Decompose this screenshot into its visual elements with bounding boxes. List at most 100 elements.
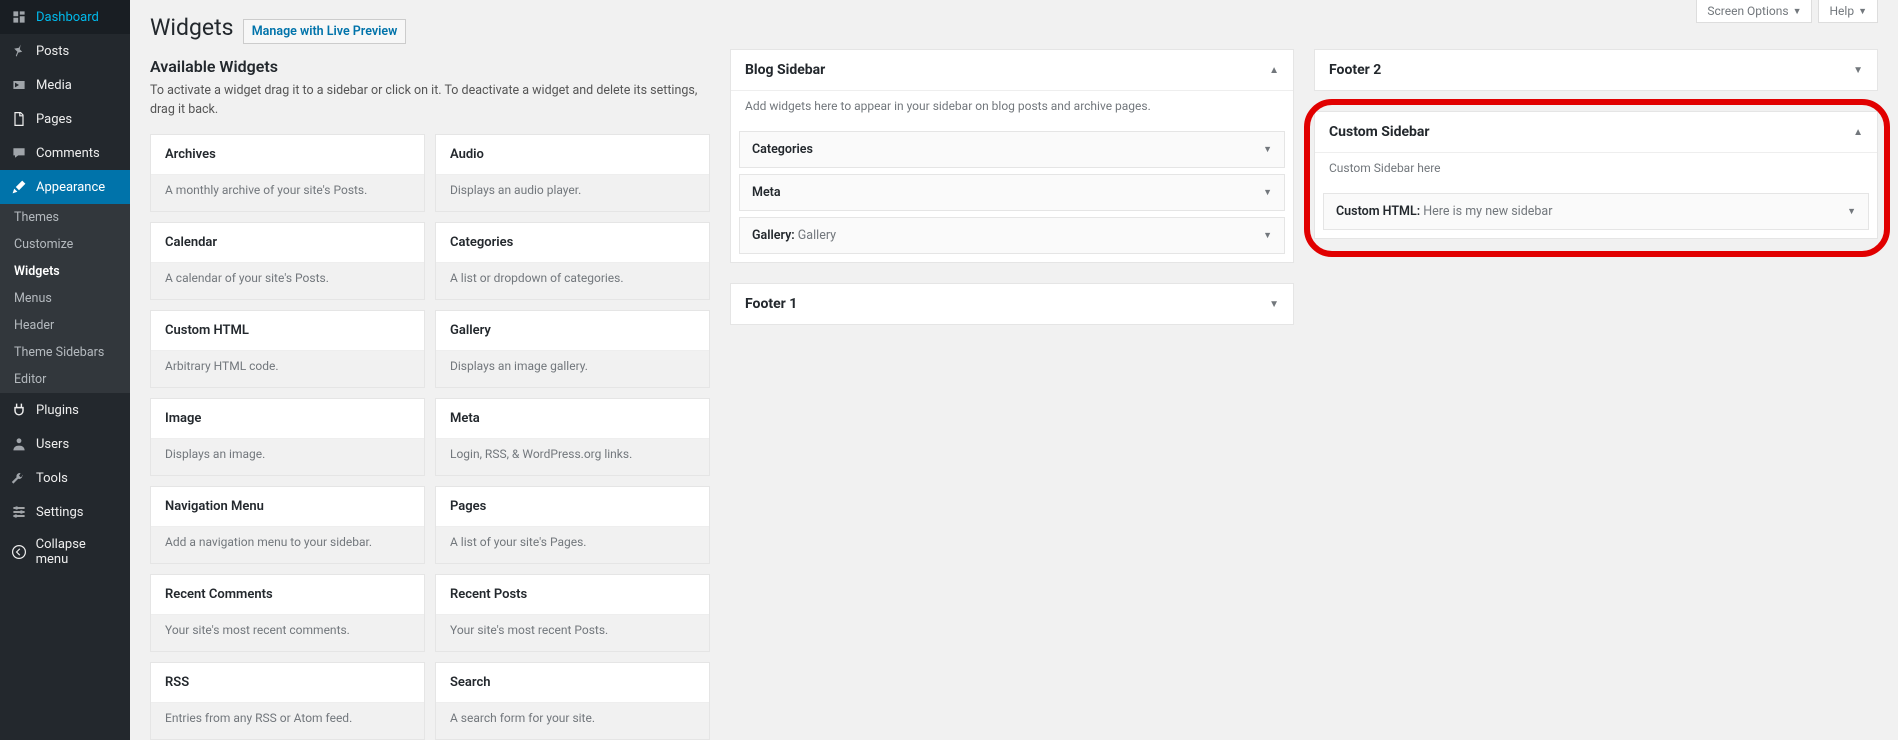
nav-media[interactable]: Media xyxy=(0,68,130,102)
subnav-theme-sidebars[interactable]: Theme Sidebars xyxy=(0,339,130,366)
widget-area-header[interactable]: Blog Sidebar▲ xyxy=(731,50,1293,91)
widget-title: Archives xyxy=(151,135,424,174)
available-widget[interactable]: CategoriesA list or dropdown of categori… xyxy=(435,222,710,300)
available-widget[interactable]: CalendarA calendar of your site's Posts. xyxy=(150,222,425,300)
wrench-icon xyxy=(10,469,28,487)
widget-area-header[interactable]: Footer 2 ▼ xyxy=(1315,50,1877,90)
widget-title: Custom HTML xyxy=(151,311,424,350)
media-icon xyxy=(10,76,28,94)
available-widget[interactable]: PagesA list of your site's Pages. xyxy=(435,486,710,564)
widget-title: Calendar xyxy=(151,223,424,262)
subnav-customize[interactable]: Customize xyxy=(0,231,130,258)
widget-area-custom-sidebar: Custom Sidebar▲Custom Sidebar hereCustom… xyxy=(1314,111,1878,239)
subnav-menus[interactable]: Menus xyxy=(0,285,130,312)
placed-widget[interactable]: Gallery: Gallery ▼ xyxy=(739,217,1285,254)
nav-posts[interactable]: Posts xyxy=(0,34,130,68)
subnav-themes[interactable]: Themes xyxy=(0,204,130,231)
nav-label: Dashboard xyxy=(36,10,99,25)
chevron-down-icon: ▼ xyxy=(1263,187,1272,198)
page-icon xyxy=(10,110,28,128)
placed-widget[interactable]: Categories ▼ xyxy=(739,131,1285,168)
widget-area-desc: Add widgets here to appear in your sideb… xyxy=(731,91,1293,125)
nav-pages[interactable]: Pages xyxy=(0,102,130,136)
pin-icon xyxy=(10,42,28,60)
widget-desc: Displays an image gallery. xyxy=(436,350,709,387)
widget-area-title: Footer 1 xyxy=(745,296,797,312)
widget-title: Recent Posts xyxy=(436,575,709,614)
collapse-icon xyxy=(10,543,28,561)
available-widget[interactable]: GalleryDisplays an image gallery. xyxy=(435,310,710,388)
widget-title: Recent Comments xyxy=(151,575,424,614)
widget-area-title: Footer 2 xyxy=(1329,62,1381,78)
placed-widget-title: Meta xyxy=(752,185,781,200)
screen-options-tab[interactable]: Screen Options ▼ xyxy=(1696,0,1812,23)
available-widget[interactable]: Custom HTMLArbitrary HTML code. xyxy=(150,310,425,388)
chevron-down-icon: ▼ xyxy=(1847,206,1856,217)
nav-users[interactable]: Users xyxy=(0,427,130,461)
available-widget[interactable]: SearchA search form for your site. xyxy=(435,662,710,740)
widget-desc: Entries from any RSS or Atom feed. xyxy=(151,702,424,739)
user-icon xyxy=(10,435,28,453)
nav-label: Collapse menu xyxy=(36,537,120,567)
manage-live-preview-button[interactable]: Manage with Live Preview xyxy=(243,19,407,44)
nav-label: Users xyxy=(36,437,69,452)
chevron-down-icon: ▼ xyxy=(1263,144,1272,155)
subnav-header[interactable]: Header xyxy=(0,312,130,339)
widget-desc: Displays an image. xyxy=(151,438,424,475)
widget-areas-col2: Footer 2▼Custom Sidebar▲Custom Sidebar h… xyxy=(1314,49,1878,345)
nav-label: Settings xyxy=(36,505,83,520)
widget-desc: Login, RSS, & WordPress.org links. xyxy=(436,438,709,475)
widget-title: Categories xyxy=(436,223,709,262)
widget-area-footer-1: Footer 1 ▼ xyxy=(730,283,1294,325)
chevron-down-icon: ▼ xyxy=(1263,230,1272,241)
available-widgets-grid: ArchivesA monthly archive of your site's… xyxy=(150,134,710,740)
nav-settings[interactable]: Settings xyxy=(0,495,130,529)
widget-title: Meta xyxy=(436,399,709,438)
help-tab[interactable]: Help ▼ xyxy=(1818,0,1878,23)
dashboard-icon xyxy=(10,8,28,26)
widget-title: Gallery xyxy=(436,311,709,350)
chevron-down-icon: ▼ xyxy=(1853,65,1863,76)
nav-collapse[interactable]: Collapse menu xyxy=(0,529,130,575)
widget-desc: Arbitrary HTML code. xyxy=(151,350,424,387)
widget-title: Audio xyxy=(436,135,709,174)
plug-icon xyxy=(10,401,28,419)
available-widget[interactable]: MetaLogin, RSS, & WordPress.org links. xyxy=(435,398,710,476)
nav-tools[interactable]: Tools xyxy=(0,461,130,495)
nav-comments[interactable]: Comments xyxy=(0,136,130,170)
widget-areas-col1: Blog Sidebar▲Add widgets here to appear … xyxy=(730,49,1294,345)
placed-widget[interactable]: Meta ▼ xyxy=(739,174,1285,211)
widget-title: Pages xyxy=(436,487,709,526)
placed-widget-title: Categories xyxy=(752,142,813,157)
available-widget[interactable]: ArchivesA monthly archive of your site's… xyxy=(150,134,425,212)
available-widget[interactable]: AudioDisplays an audio player. xyxy=(435,134,710,212)
chevron-down-icon: ▼ xyxy=(1269,299,1279,310)
placed-widget-title: Custom HTML: Here is my new sidebar xyxy=(1336,204,1552,219)
widget-desc: A monthly archive of your site's Posts. xyxy=(151,174,424,211)
nav-dashboard[interactable]: Dashboard xyxy=(0,0,130,34)
nav-appearance[interactable]: Appearance xyxy=(0,170,130,204)
placed-widget-title: Gallery: Gallery xyxy=(752,228,836,243)
available-widget[interactable]: ImageDisplays an image. xyxy=(150,398,425,476)
subnav-widgets[interactable]: Widgets xyxy=(0,258,130,285)
available-widget[interactable]: Recent CommentsYour site's most recent c… xyxy=(150,574,425,652)
placed-widget[interactable]: Custom HTML: Here is my new sidebar ▼ xyxy=(1323,193,1869,230)
screen-options-label: Screen Options xyxy=(1707,4,1788,18)
nav-label: Tools xyxy=(36,471,68,486)
comment-icon xyxy=(10,144,28,162)
widget-area-header[interactable]: Footer 1 ▼ xyxy=(731,284,1293,324)
widget-area-header[interactable]: Custom Sidebar▲ xyxy=(1315,112,1877,153)
brush-icon xyxy=(10,178,28,196)
available-widgets-desc: To activate a widget drag it to a sideba… xyxy=(150,82,710,120)
available-widget[interactable]: RSSEntries from any RSS or Atom feed. xyxy=(150,662,425,740)
page-title: Widgets xyxy=(150,0,233,49)
chevron-down-icon: ▼ xyxy=(1858,6,1867,17)
available-widget[interactable]: Recent PostsYour site's most recent Post… xyxy=(435,574,710,652)
nav-label: Media xyxy=(36,78,72,93)
available-widget[interactable]: Navigation MenuAdd a navigation menu to … xyxy=(150,486,425,564)
subnav-editor[interactable]: Editor xyxy=(0,366,130,393)
nav-plugins[interactable]: Plugins xyxy=(0,393,130,427)
widget-desc: A list of your site's Pages. xyxy=(436,526,709,563)
nav-label: Pages xyxy=(36,112,72,127)
widget-desc: A search form for your site. xyxy=(436,702,709,739)
